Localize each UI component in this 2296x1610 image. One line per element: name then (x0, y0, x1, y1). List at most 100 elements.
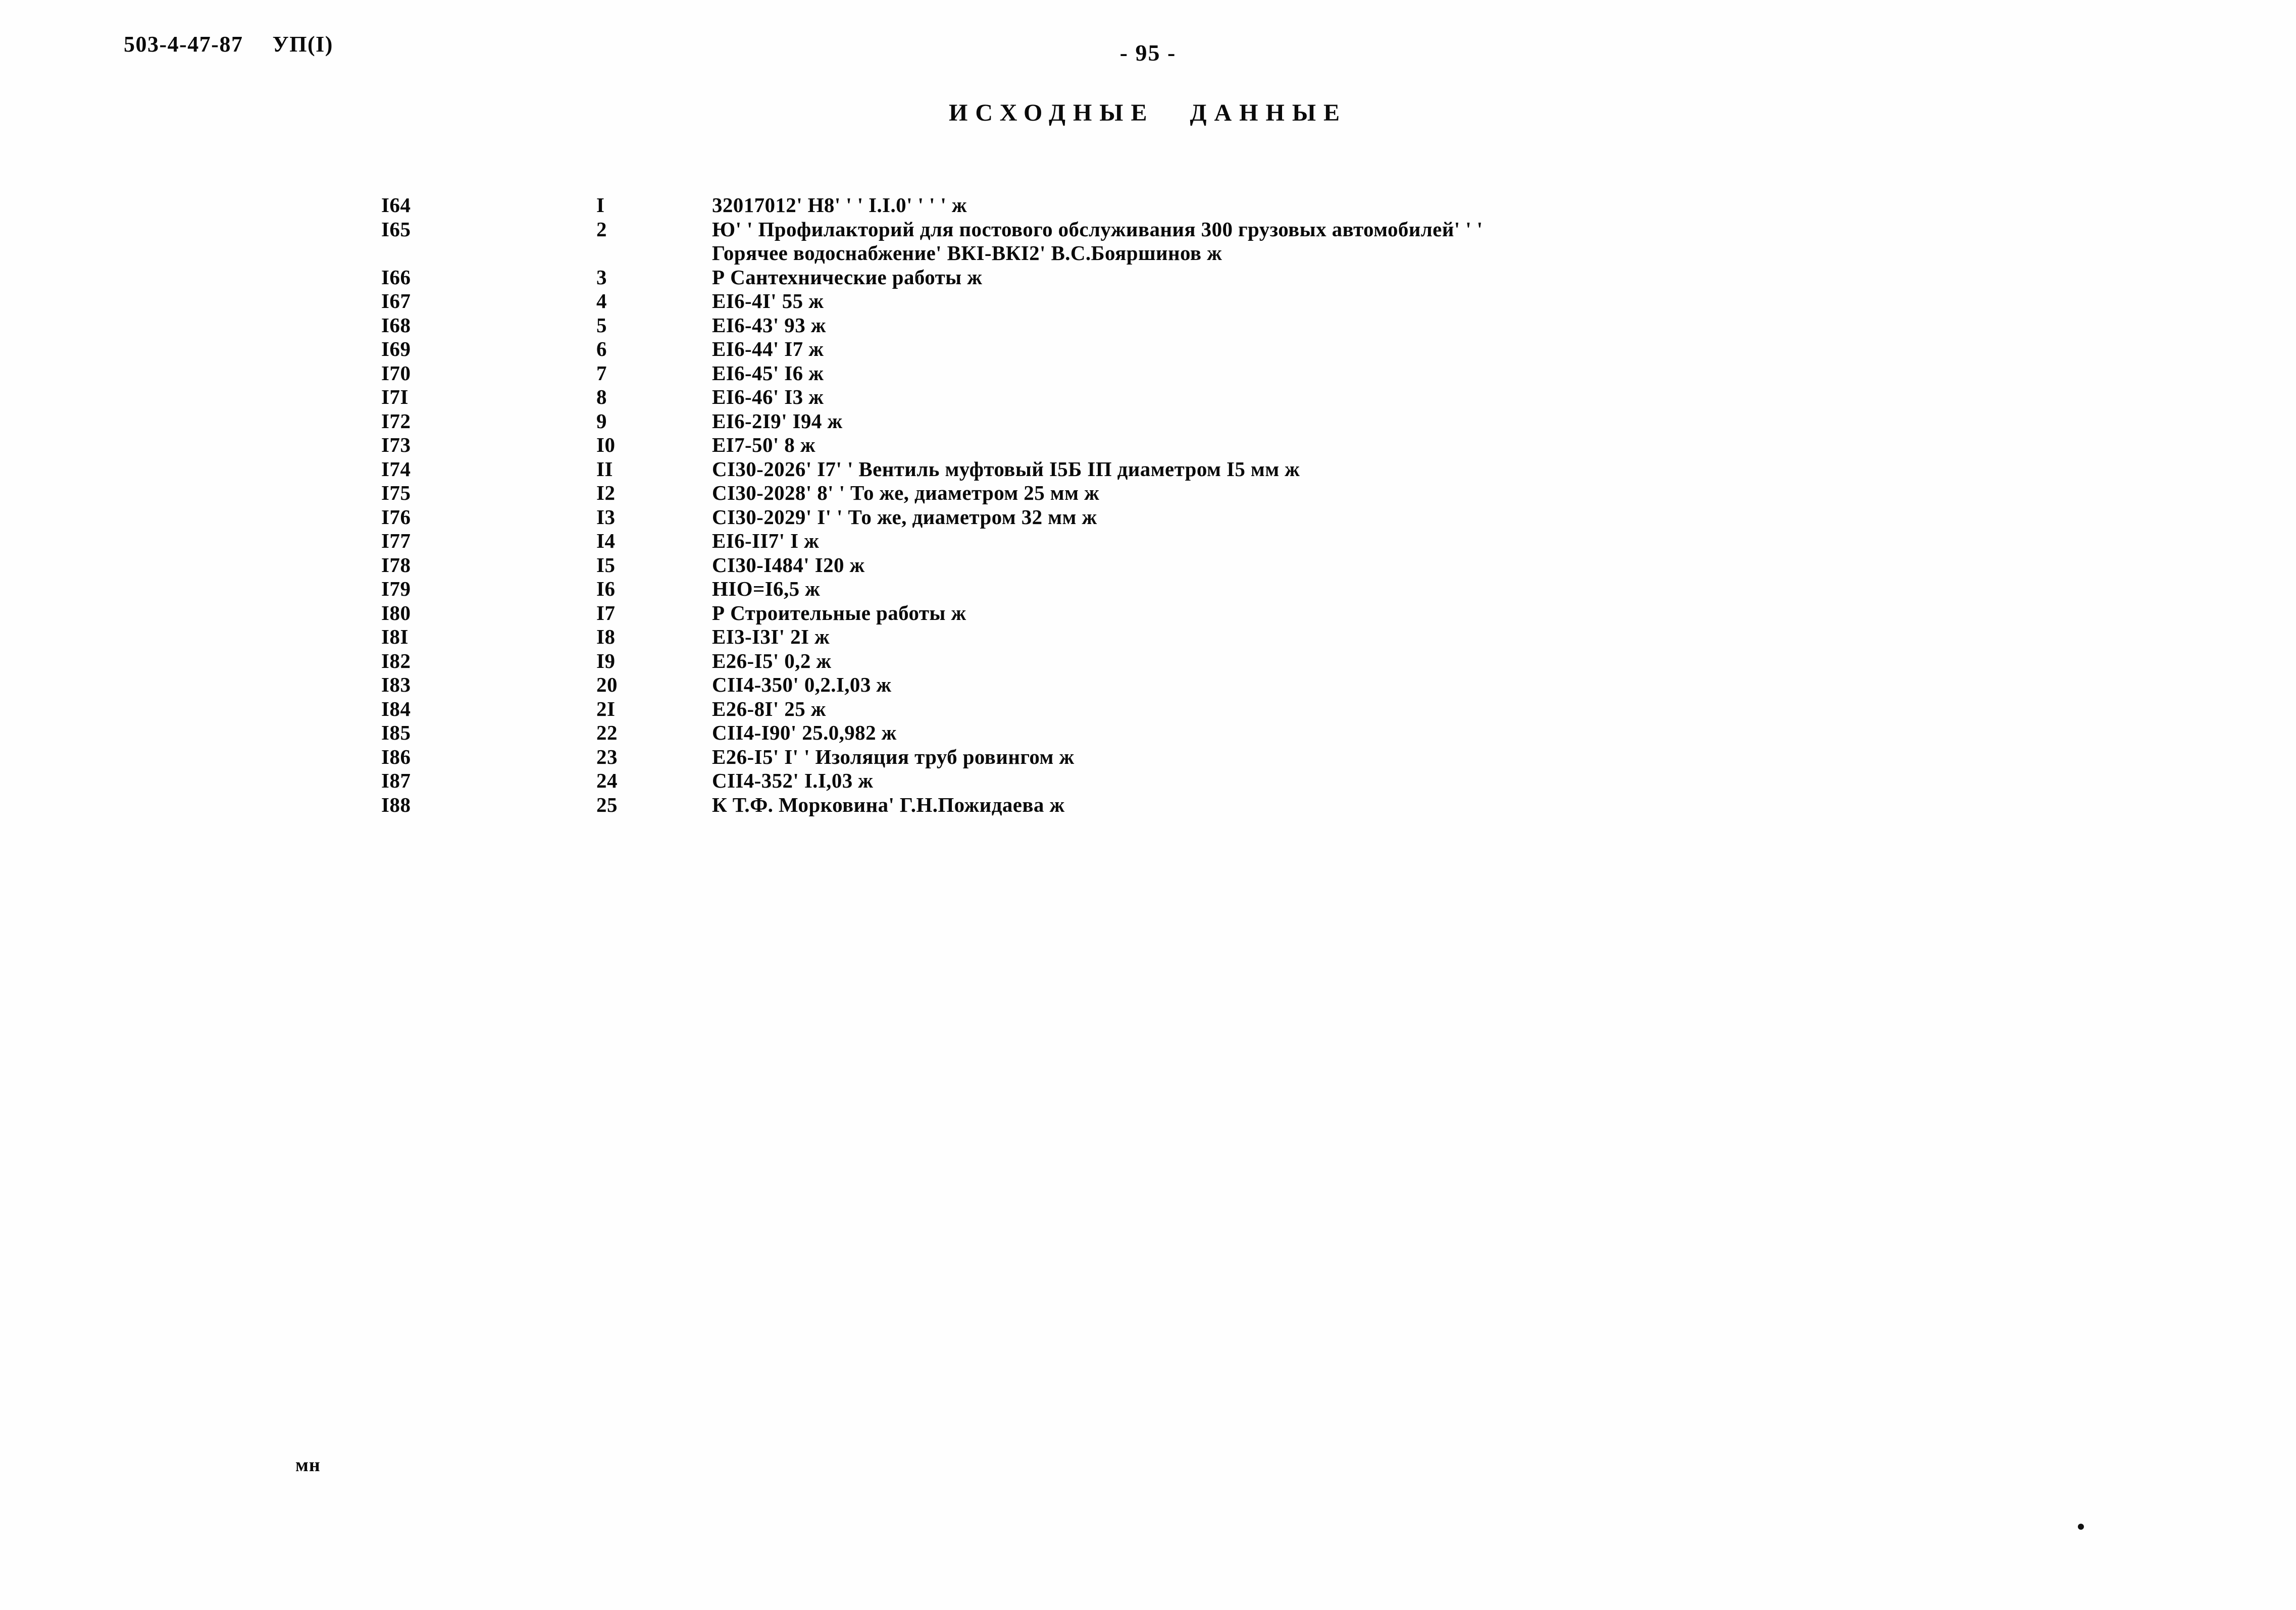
listing-row: I80 I7 Р Строительные работы ж (0, 601, 2296, 626)
row-text: Ю' ' Профилакторий для постового обслужи… (712, 218, 1483, 266)
listing-row: I74 II СI30-2026' I7' ' Вентиль муфтовый I… (0, 457, 2296, 482)
data-listing: I64 I 32017012' H8' ' ' I.I.0' ' ' ' ж I65 2… (0, 193, 2296, 817)
row-text: ЕI7-50' 8 ж (712, 433, 815, 457)
listing-row: I7I 8 ЕI6-46' I3 ж (0, 385, 2296, 409)
row-line-number: I80 (381, 601, 411, 625)
row-text: Е26-8I' 25 ж (712, 697, 826, 721)
row-line-number: I68 (381, 313, 411, 337)
row-text: 32017012' H8' ' ' I.I.0' ' ' ' ж (712, 193, 967, 218)
row-text: ЕI6-2I9' I94 ж (712, 409, 843, 434)
row-text-primary: СII4-352' I.I,03 ж (712, 769, 874, 792)
row-line-number: I87 (381, 769, 411, 792)
row-text-primary: Р Сантехнические работы ж (712, 265, 983, 289)
listing-row: I79 I6 НIO=I6,5 ж (0, 577, 2296, 601)
row-text: ЕI6-4I' 55 ж (712, 289, 824, 314)
row-text-primary: ЕI6-4I' 55 ж (712, 289, 824, 313)
listing-row: I86 23 Е26-I5' I' ' Изоляция труб ровингом… (0, 745, 2296, 769)
row-line-number: I8I (381, 625, 409, 648)
row-line-number: I79 (381, 577, 411, 600)
listing-row: I72 9 ЕI6-2I9' I94 ж (0, 409, 2296, 434)
row-text: К Т.Ф. Морковина' Г.Н.Пожидаева ж (712, 793, 1065, 817)
row-sequence-number: I6 (596, 577, 616, 600)
listing-row: I64 I 32017012' H8' ' ' I.I.0' ' ' ' ж (0, 193, 2296, 218)
listing-row: I70 7 ЕI6-45' I6 ж (0, 361, 2296, 386)
row-sequence-number: 2I (596, 697, 616, 720)
row-text-primary: ЕI6-44' I7 ж (712, 337, 824, 360)
row-text-primary: Е26-I5' 0,2 ж (712, 649, 832, 672)
row-line-number: I84 (381, 697, 411, 720)
row-text-primary: СI30-2026' I7' ' Вентиль муфтовый I5Б IП… (712, 457, 1300, 481)
row-line-number: I88 (381, 793, 411, 816)
row-line-number: I77 (381, 529, 411, 552)
listing-row: I75 I2 СI30-2028' 8' ' То же, диаметром 25… (0, 481, 2296, 505)
row-line-number: I76 (381, 505, 411, 529)
row-text: ЕI6-II7' I ж (712, 529, 819, 553)
document-page: 503-4-47-87 УП(I) - 95 - ИСХОДНЫЕ ДАННЫЕ I… (0, 0, 2296, 1610)
row-text: ЕI6-44' I7 ж (712, 337, 824, 361)
row-sequence-number: 20 (596, 673, 618, 696)
listing-row: I8I I8 ЕI3-I3I' 2I ж (0, 625, 2296, 649)
row-text-primary: К Т.Ф. Морковина' Г.Н.Пожидаева ж (712, 793, 1065, 816)
listing-row: I78 I5 СI30-I484' I20 ж (0, 553, 2296, 578)
listing-row: I65 2 Ю' ' Профилакторий для постового обс… (0, 218, 2296, 266)
listing-row: I67 4 ЕI6-4I' 55 ж (0, 289, 2296, 314)
page-title-word-1: ИСХОДНЫЕ (949, 99, 1155, 126)
row-text: СII4-I90' 25.0,982 ж (712, 721, 897, 745)
listing-row: I87 24 СII4-352' I.I,03 ж (0, 769, 2296, 793)
row-line-number: I82 (381, 649, 411, 672)
row-line-number: I66 (381, 265, 411, 289)
row-line-number: I64 (381, 193, 411, 217)
typist-initials: мн (295, 1455, 321, 1476)
row-text: СI30-I484' I20 ж (712, 553, 865, 578)
row-sequence-number: 6 (596, 337, 607, 360)
row-text-primary: 32017012' H8' ' ' I.I.0' ' ' ' ж (712, 193, 967, 217)
row-sequence-number: II (596, 457, 613, 481)
row-line-number: I72 (381, 409, 411, 433)
row-sequence-number: I8 (596, 625, 616, 648)
row-sequence-number: I2 (596, 481, 616, 504)
row-text-primary: СI30-I484' I20 ж (712, 553, 865, 577)
row-text: Р Строительные работы ж (712, 601, 966, 626)
row-line-number: I74 (381, 457, 411, 481)
row-text: СII4-352' I.I,03 ж (712, 769, 873, 793)
row-sequence-number: I9 (596, 649, 616, 672)
row-text-primary: Е26-I5' I' ' Изоляция труб ровингом ж (712, 745, 1075, 768)
row-text-primary: СI30-2028' 8' ' То же, диаметром 25 мм ж (712, 481, 1100, 504)
row-sequence-number: 7 (596, 361, 607, 385)
row-sequence-number: 2 (596, 217, 607, 241)
row-text-primary: СII4-350' 0,2.I,03 ж (712, 673, 892, 696)
row-text-primary: ЕI3-I3I' 2I ж (712, 625, 830, 648)
row-text-primary: НIO=I6,5 ж (712, 577, 821, 600)
listing-row: I84 2I Е26-8I' 25 ж (0, 697, 2296, 721)
row-text: СI30-2028' 8' ' То же, диаметром 25 мм ж (712, 481, 1099, 505)
row-sequence-number: 3 (596, 265, 607, 289)
listing-row: I88 25 К Т.Ф. Морковина' Г.Н.Пожидаева ж (0, 793, 2296, 817)
row-sequence-number: I (596, 193, 605, 217)
row-sequence-number: I4 (596, 529, 616, 552)
listing-row: I83 20 СII4-350' 0,2.I,03 ж (0, 673, 2296, 697)
row-text-primary: ЕI6-45' I6 ж (712, 361, 824, 385)
row-text: Е26-I5' I' ' Изоляция труб ровингом ж (712, 745, 1075, 769)
listing-row: I68 5 ЕI6-43' 93 ж (0, 314, 2296, 338)
page-title-word-2: ДАННЫЕ (1190, 99, 1347, 126)
row-sequence-number: 8 (596, 385, 607, 408)
listing-row: I82 I9 Е26-I5' 0,2 ж (0, 649, 2296, 673)
row-text-primary: СI30-2029' I' ' То же, диаметром 32 мм ж (712, 505, 1097, 529)
row-sequence-number: 4 (596, 289, 607, 313)
row-text-primary: СII4-I90' 25.0,982 ж (712, 721, 897, 744)
row-line-number: I70 (381, 361, 411, 385)
row-text-primary: ЕI7-50' 8 ж (712, 433, 815, 456)
row-line-number: I83 (381, 673, 411, 696)
row-text: НIO=I6,5 ж (712, 577, 820, 601)
listing-row: I77 I4 ЕI6-II7' I ж (0, 529, 2296, 553)
row-text: СI30-2029' I' ' То же, диаметром 32 мм ж (712, 505, 1097, 530)
row-sequence-number: 23 (596, 745, 618, 768)
row-sequence-number: I7 (596, 601, 616, 625)
page-title: ИСХОДНЫЕ ДАННЫЕ (0, 99, 2296, 127)
row-sequence-number: I0 (596, 433, 616, 456)
row-sequence-number: 22 (596, 721, 618, 744)
row-line-number: I69 (381, 337, 411, 360)
row-text-primary: ЕI6-46' I3 ж (712, 385, 824, 408)
row-text-primary: ЕI6-2I9' I94 ж (712, 409, 843, 433)
listing-row: I66 3 Р Сантехнические работы ж (0, 266, 2296, 290)
